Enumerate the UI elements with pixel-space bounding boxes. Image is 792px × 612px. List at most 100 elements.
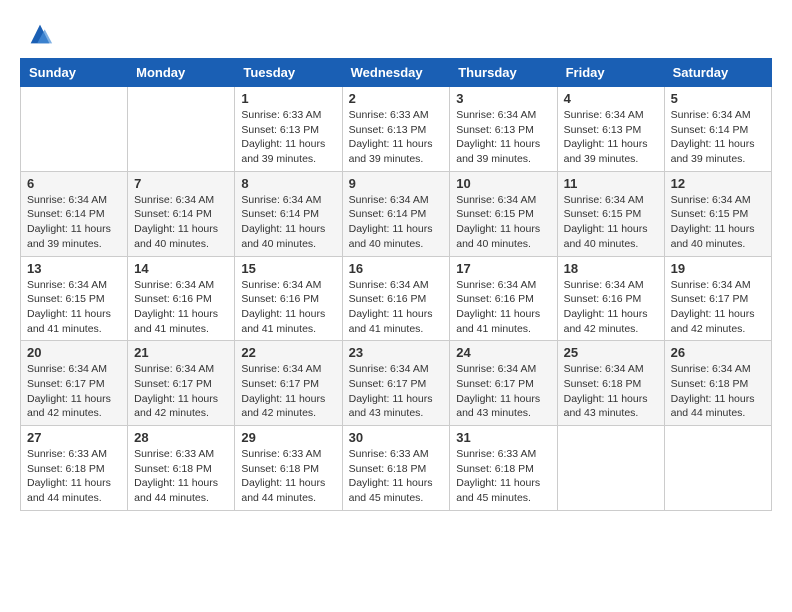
calendar-cell: 3 Sunrise: 6:34 AM Sunset: 6:13 PM Daylig… (450, 87, 557, 172)
column-header-thursday: Thursday (450, 59, 557, 87)
calendar-cell: 4 Sunrise: 6:34 AM Sunset: 6:13 PM Daylig… (557, 87, 664, 172)
column-header-monday: Monday (128, 59, 235, 87)
calendar-cell: 20 Sunrise: 6:34 AM Sunset: 6:17 PM Dayli… (21, 341, 128, 426)
day-number: 14 (134, 261, 228, 276)
day-number: 20 (27, 345, 121, 360)
calendar-week-row: 6Sunrise: 6:34 AM Sunset: 6:14 PM Daylig… (21, 171, 772, 256)
day-number: 21 (134, 345, 228, 360)
column-header-sunday: Sunday (21, 59, 128, 87)
calendar-cell: 19 Sunrise: 6:34 AM Sunset: 6:17 PM Dayli… (664, 256, 771, 341)
day-info: Sunrise: 6:34 AM Sunset: 6:17 PM Dayligh… (27, 362, 121, 421)
day-number: 26 (671, 345, 765, 360)
calendar-week-row: 20 Sunrise: 6:34 AM Sunset: 6:17 PM Dayli… (21, 341, 772, 426)
day-number: 12 (671, 176, 765, 191)
day-info: Sunrise: 6:33 AM Sunset: 6:18 PM Dayligh… (456, 447, 550, 506)
day-info: Sunrise: 6:34 AM Sunset: 6:14 PM Dayligh… (349, 193, 444, 252)
logo (20, 20, 54, 48)
day-info: Sunrise: 6:34 AM Sunset: 6:16 PM Dayligh… (134, 278, 228, 337)
calendar-week-row: 27 Sunrise: 6:33 AM Sunset: 6:18 PM Dayli… (21, 426, 772, 511)
calendar-cell: 24Sunrise: 6:34 AM Sunset: 6:17 PM Dayli… (450, 341, 557, 426)
calendar-cell: 7 Sunrise: 6:34 AM Sunset: 6:14 PM Daylig… (128, 171, 235, 256)
column-header-wednesday: Wednesday (342, 59, 450, 87)
day-number: 1 (241, 91, 335, 106)
day-info: Sunrise: 6:33 AM Sunset: 6:13 PM Dayligh… (241, 108, 335, 167)
day-info: Sunrise: 6:34 AM Sunset: 6:16 PM Dayligh… (349, 278, 444, 337)
calendar-cell (557, 426, 664, 511)
day-info: Sunrise: 6:34 AM Sunset: 6:17 PM Dayligh… (456, 362, 550, 421)
calendar-table: SundayMondayTuesdayWednesdayThursdayFrid… (20, 58, 772, 511)
calendar-cell: 25 Sunrise: 6:34 AM Sunset: 6:18 PM Dayli… (557, 341, 664, 426)
day-number: 18 (564, 261, 658, 276)
calendar-cell: 2 Sunrise: 6:33 AM Sunset: 6:13 PM Daylig… (342, 87, 450, 172)
calendar-cell: 10 Sunrise: 6:34 AM Sunset: 6:15 PM Dayli… (450, 171, 557, 256)
day-info: Sunrise: 6:34 AM Sunset: 6:14 PM Dayligh… (134, 193, 228, 252)
calendar-cell: 28Sunrise: 6:33 AM Sunset: 6:18 PM Dayli… (128, 426, 235, 511)
day-info: Sunrise: 6:34 AM Sunset: 6:13 PM Dayligh… (456, 108, 550, 167)
day-number: 3 (456, 91, 550, 106)
calendar-cell: 15 Sunrise: 6:34 AM Sunset: 6:16 PM Dayli… (235, 256, 342, 341)
column-header-saturday: Saturday (664, 59, 771, 87)
day-number: 10 (456, 176, 550, 191)
day-number: 22 (241, 345, 335, 360)
day-info: Sunrise: 6:33 AM Sunset: 6:13 PM Dayligh… (349, 108, 444, 167)
calendar-cell: 6Sunrise: 6:34 AM Sunset: 6:14 PM Daylig… (21, 171, 128, 256)
column-header-tuesday: Tuesday (235, 59, 342, 87)
calendar-cell: 12 Sunrise: 6:34 AM Sunset: 6:15 PM Dayli… (664, 171, 771, 256)
calendar-cell: 11Sunrise: 6:34 AM Sunset: 6:15 PM Dayli… (557, 171, 664, 256)
calendar-cell: 17 Sunrise: 6:34 AM Sunset: 6:16 PM Dayli… (450, 256, 557, 341)
calendar-cell: 31 Sunrise: 6:33 AM Sunset: 6:18 PM Dayli… (450, 426, 557, 511)
day-number: 4 (564, 91, 658, 106)
calendar-cell: 18 Sunrise: 6:34 AM Sunset: 6:16 PM Dayli… (557, 256, 664, 341)
day-number: 16 (349, 261, 444, 276)
calendar-cell: 21 Sunrise: 6:34 AM Sunset: 6:17 PM Dayli… (128, 341, 235, 426)
calendar-cell: 30 Sunrise: 6:33 AM Sunset: 6:18 PM Dayli… (342, 426, 450, 511)
day-info: Sunrise: 6:34 AM Sunset: 6:17 PM Dayligh… (349, 362, 444, 421)
day-number: 13 (27, 261, 121, 276)
day-number: 23 (349, 345, 444, 360)
day-number: 31 (456, 430, 550, 445)
calendar-week-row: 1 Sunrise: 6:33 AM Sunset: 6:13 PM Daylig… (21, 87, 772, 172)
calendar-header-row: SundayMondayTuesdayWednesdayThursdayFrid… (21, 59, 772, 87)
day-info: Sunrise: 6:33 AM Sunset: 6:18 PM Dayligh… (349, 447, 444, 506)
day-info: Sunrise: 6:34 AM Sunset: 6:15 PM Dayligh… (671, 193, 765, 252)
day-info: Sunrise: 6:34 AM Sunset: 6:14 PM Dayligh… (671, 108, 765, 167)
calendar-cell: 26 Sunrise: 6:34 AM Sunset: 6:18 PM Dayli… (664, 341, 771, 426)
day-info: Sunrise: 6:34 AM Sunset: 6:17 PM Dayligh… (671, 278, 765, 337)
day-info: Sunrise: 6:34 AM Sunset: 6:16 PM Dayligh… (241, 278, 335, 337)
day-info: Sunrise: 6:34 AM Sunset: 6:18 PM Dayligh… (564, 362, 658, 421)
day-info: Sunrise: 6:33 AM Sunset: 6:18 PM Dayligh… (27, 447, 121, 506)
calendar-cell: 8Sunrise: 6:34 AM Sunset: 6:14 PM Daylig… (235, 171, 342, 256)
logo-icon (26, 20, 54, 48)
calendar-cell (128, 87, 235, 172)
day-number: 7 (134, 176, 228, 191)
day-number: 25 (564, 345, 658, 360)
day-number: 2 (349, 91, 444, 106)
day-info: Sunrise: 6:34 AM Sunset: 6:17 PM Dayligh… (241, 362, 335, 421)
day-number: 30 (349, 430, 444, 445)
day-info: Sunrise: 6:34 AM Sunset: 6:14 PM Dayligh… (27, 193, 121, 252)
calendar-week-row: 13 Sunrise: 6:34 AM Sunset: 6:15 PM Dayli… (21, 256, 772, 341)
day-info: Sunrise: 6:33 AM Sunset: 6:18 PM Dayligh… (134, 447, 228, 506)
day-number: 27 (27, 430, 121, 445)
day-info: Sunrise: 6:34 AM Sunset: 6:18 PM Dayligh… (671, 362, 765, 421)
day-number: 19 (671, 261, 765, 276)
calendar-cell: 14 Sunrise: 6:34 AM Sunset: 6:16 PM Dayli… (128, 256, 235, 341)
header (20, 20, 772, 48)
calendar-cell: 5Sunrise: 6:34 AM Sunset: 6:14 PM Daylig… (664, 87, 771, 172)
calendar-cell: 13 Sunrise: 6:34 AM Sunset: 6:15 PM Dayli… (21, 256, 128, 341)
day-info: Sunrise: 6:34 AM Sunset: 6:14 PM Dayligh… (241, 193, 335, 252)
day-info: Sunrise: 6:34 AM Sunset: 6:16 PM Dayligh… (456, 278, 550, 337)
day-info: Sunrise: 6:34 AM Sunset: 6:17 PM Dayligh… (134, 362, 228, 421)
day-info: Sunrise: 6:34 AM Sunset: 6:15 PM Dayligh… (456, 193, 550, 252)
column-header-friday: Friday (557, 59, 664, 87)
calendar-cell: 22 Sunrise: 6:34 AM Sunset: 6:17 PM Dayli… (235, 341, 342, 426)
day-number: 17 (456, 261, 550, 276)
calendar-cell: 23 Sunrise: 6:34 AM Sunset: 6:17 PM Dayli… (342, 341, 450, 426)
day-info: Sunrise: 6:34 AM Sunset: 6:13 PM Dayligh… (564, 108, 658, 167)
calendar-cell (664, 426, 771, 511)
calendar-cell: 9Sunrise: 6:34 AM Sunset: 6:14 PM Daylig… (342, 171, 450, 256)
day-number: 15 (241, 261, 335, 276)
calendar-cell: 16 Sunrise: 6:34 AM Sunset: 6:16 PM Dayli… (342, 256, 450, 341)
day-info: Sunrise: 6:34 AM Sunset: 6:16 PM Dayligh… (564, 278, 658, 337)
day-info: Sunrise: 6:34 AM Sunset: 6:15 PM Dayligh… (27, 278, 121, 337)
